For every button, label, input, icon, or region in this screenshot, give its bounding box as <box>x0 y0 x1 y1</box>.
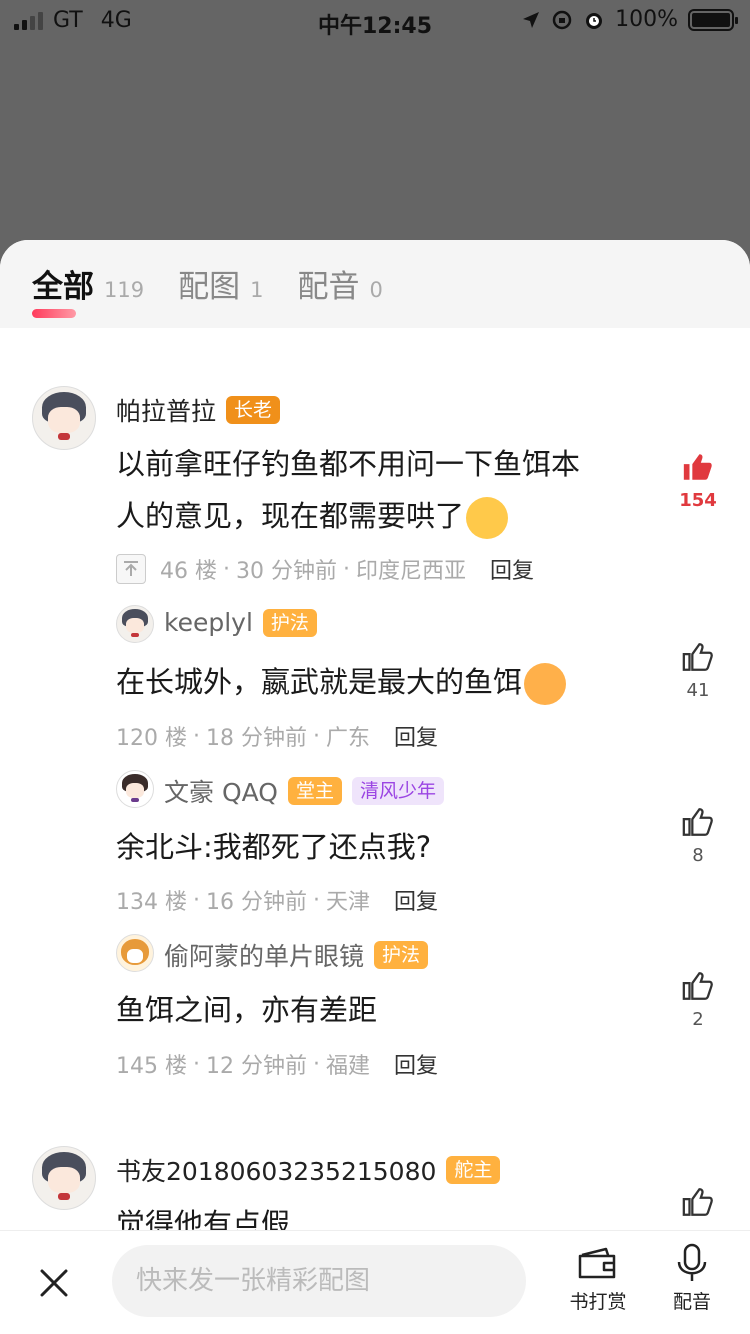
comment-meta: 120 楼 · 18 分钟前 · 广东 回复 <box>116 720 438 752</box>
battery-percent: 100% <box>615 7 678 32</box>
tab-audio[interactable]: 配音 0 <box>297 261 382 306</box>
rank-badge: 护法 <box>374 941 429 969</box>
tab-count: 1 <box>250 278 264 302</box>
bottom-bar: 快来发一张精彩配图 书打赏 配音 <box>0 1230 750 1334</box>
rank-badge: 长老 <box>226 396 281 424</box>
comment-text: 在长城外，嬴武就是最大的鱼饵 <box>116 656 567 708</box>
username[interactable]: 帕拉普拉 <box>116 392 216 428</box>
thumbs-up-icon <box>682 808 713 836</box>
fan-badge: 清风少年 <box>351 777 444 805</box>
like-button[interactable] <box>668 1185 728 1223</box>
reward-button[interactable]: 书打赏 <box>558 1243 638 1314</box>
orientation-lock-icon <box>552 10 572 29</box>
pin-top-icon <box>116 554 146 584</box>
active-tab-indicator <box>32 309 76 318</box>
microphone-icon <box>677 1243 707 1281</box>
like-button[interactable]: 2 <box>668 969 728 1030</box>
tab-label: 配图 <box>178 269 241 305</box>
avatar[interactable] <box>116 605 154 643</box>
rank-badge: 舵主 <box>446 1156 501 1184</box>
like-count: 41 <box>686 680 710 701</box>
rank-badge: 护法 <box>262 608 317 637</box>
comment-text: 鱼饵之间，亦有差距 <box>116 993 378 1027</box>
like-count: 8 <box>692 845 704 866</box>
status-bar: GT 4G 中午12:45 100% <box>0 0 750 40</box>
comment-text: 以前拿旺仔钓鱼都不用问一下鱼饵本 人的意见，现在都需要哄了 <box>116 438 656 542</box>
thumbs-up-icon <box>682 972 713 1000</box>
reply-button[interactable]: 回复 <box>394 884 438 916</box>
username[interactable]: 偷阿蒙的单片眼镜 <box>164 937 364 973</box>
username[interactable]: keeplyl <box>164 608 253 637</box>
like-count: 2 <box>692 1009 704 1030</box>
angry-emoji-icon <box>524 663 567 705</box>
like-button[interactable]: 8 <box>668 805 728 866</box>
comment-meta: 46 楼 · 30 分钟前 · 印度尼西亚 回复 <box>116 553 534 585</box>
reply-button[interactable]: 回复 <box>490 553 534 585</box>
comment-tabs: 全部 119 配图 1 配音 0 <box>0 240 750 328</box>
reply-button[interactable]: 回复 <box>394 1048 438 1080</box>
comment-text: 余北斗:我都死了还点我? <box>116 830 432 864</box>
reward-label: 书打赏 <box>569 1291 627 1313</box>
thumbs-up-icon <box>682 643 713 671</box>
username[interactable]: 书友20180603235215080 <box>116 1152 436 1188</box>
username[interactable]: 文豪 QAQ <box>164 773 278 809</box>
tab-label: 配音 <box>297 269 360 305</box>
comment-meta: 145 楼 · 12 分钟前 · 福建 回复 <box>116 1048 438 1080</box>
close-button[interactable] <box>32 1261 76 1305</box>
thumbs-up-icon <box>682 1188 713 1216</box>
comment-list[interactable]: 帕拉普拉 长老 以前拿旺仔钓鱼都不用问一下鱼饵本 人的意见，现在都需要哄了 46… <box>0 328 750 1230</box>
reply-button[interactable]: 回复 <box>394 720 438 752</box>
close-icon <box>40 1269 68 1297</box>
comment-meta: 134 楼 · 16 分钟前 · 天津 回复 <box>116 884 438 916</box>
avatar[interactable] <box>32 1146 96 1210</box>
avatar[interactable] <box>32 386 96 450</box>
avatar[interactable] <box>116 934 154 972</box>
like-button[interactable]: 41 <box>668 640 728 701</box>
dub-label: 配音 <box>672 1291 711 1313</box>
thumbs-up-icon <box>683 454 712 480</box>
tab-count: 0 <box>369 278 383 302</box>
tab-label: 全部 <box>32 269 94 305</box>
comment-input[interactable]: 快来发一张精彩配图 <box>112 1245 526 1317</box>
reward-book-icon <box>578 1247 616 1279</box>
comment-text: 觉得他有点假 <box>116 1207 291 1230</box>
tab-images[interactable]: 配图 1 <box>178 261 263 306</box>
tab-count: 119 <box>104 278 145 302</box>
like-count: 154 <box>679 490 717 511</box>
avatar[interactable] <box>116 770 154 808</box>
battery-icon <box>688 8 738 31</box>
rank-badge: 堂主 <box>287 777 342 805</box>
tab-all[interactable]: 全部 119 <box>32 261 145 318</box>
location-icon <box>523 11 540 28</box>
comments-sheet: 全部 119 配图 1 配音 0 帕拉普拉 长老 以前拿旺仔钓鱼都不用问一下鱼饵… <box>0 240 750 1334</box>
smirk-emoji-icon <box>466 497 509 539</box>
like-button[interactable]: 154 <box>668 450 728 511</box>
alarm-icon <box>586 12 603 29</box>
dub-button[interactable]: 配音 <box>652 1243 732 1314</box>
